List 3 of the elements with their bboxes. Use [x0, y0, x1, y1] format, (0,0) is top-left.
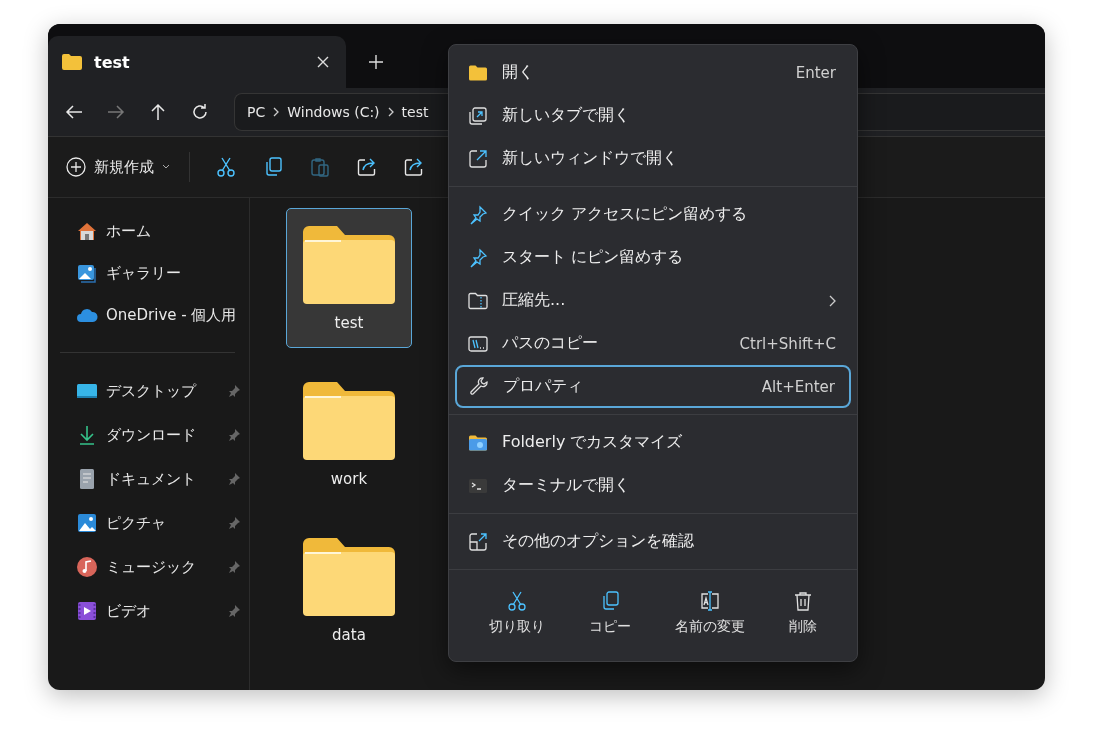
shortcut-text: Alt+Enter: [761, 377, 835, 396]
shortcut-text: Ctrl+Shift+C: [739, 334, 836, 353]
shortcut-text: Enter: [795, 63, 836, 82]
